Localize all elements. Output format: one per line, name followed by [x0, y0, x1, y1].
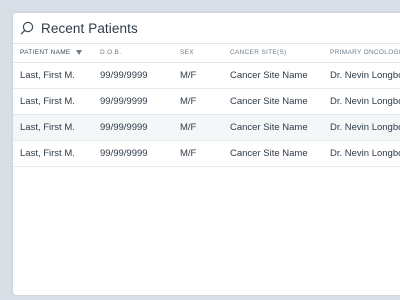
- cell-dob: 99/99/9999: [93, 88, 173, 115]
- column-header-label: PATIENT NAME: [20, 49, 71, 57]
- cell-cancer-site: Cancer Site Name: [223, 140, 323, 167]
- cell-cancer-site: Cancer Site Name: [223, 62, 323, 89]
- cell-sex: M/F: [173, 88, 223, 115]
- column-header-patient-name[interactable]: PATIENT NAME: [13, 44, 93, 63]
- sort-arrow-down-icon[interactable]: [75, 50, 82, 56]
- patients-table: PATIENT NAME D.O.B. SEX CANCER SITE(S) P…: [13, 44, 400, 167]
- cell-patient-name: Last, First M.: [13, 140, 93, 167]
- column-header-cancer-sites[interactable]: CANCER SITE(S): [223, 44, 323, 63]
- cell-dob: 99/99/9999: [93, 114, 173, 141]
- cell-patient-name: Last, First M.: [13, 88, 93, 115]
- table-row-highlighted[interactable]: Last, First M. 99/99/9999 M/F Cancer Sit…: [13, 114, 400, 141]
- recent-patients-panel: Recent Patients PATIENT NAME D.O.B. SEX …: [13, 13, 400, 295]
- column-header-sex[interactable]: SEX: [173, 44, 223, 63]
- cell-oncologist: Dr. Nevin Longbottom: [323, 88, 400, 115]
- cell-cancer-site: Cancer Site Name: [223, 114, 323, 141]
- table-row[interactable]: Last, First M. 99/99/9999 M/F Cancer Sit…: [13, 88, 400, 115]
- cell-dob: 99/99/9999: [93, 62, 173, 89]
- cell-sex: M/F: [173, 114, 223, 141]
- cell-sex: M/F: [173, 140, 223, 167]
- column-header-dob[interactable]: D.O.B.: [93, 44, 173, 63]
- cell-patient-name: Last, First M.: [13, 114, 93, 141]
- panel-title: Recent Patients: [41, 20, 138, 36]
- cell-sex: M/F: [173, 62, 223, 89]
- table-header-row: PATIENT NAME D.O.B. SEX CANCER SITE(S) P…: [13, 44, 400, 63]
- cell-dob: 99/99/9999: [93, 140, 173, 167]
- table-row[interactable]: Last, First M. 99/99/9999 M/F Cancer Sit…: [13, 62, 400, 89]
- cell-cancer-site: Cancer Site Name: [223, 88, 323, 115]
- search-icon[interactable]: [19, 20, 35, 36]
- cell-patient-name: Last, First M.: [13, 62, 93, 89]
- panel-header: Recent Patients: [13, 13, 400, 44]
- table-row[interactable]: Last, First M. 99/99/9999 M/F Cancer Sit…: [13, 140, 400, 167]
- cell-oncologist: Dr. Nevin Longbottom: [323, 114, 400, 141]
- cell-oncologist: Dr. Nevin Longbottom: [323, 140, 400, 167]
- cell-oncologist: Dr. Nevin Longbottom: [323, 62, 400, 89]
- column-header-primary-oncologist[interactable]: PRIMARY ONCOLOGIST: [323, 44, 400, 63]
